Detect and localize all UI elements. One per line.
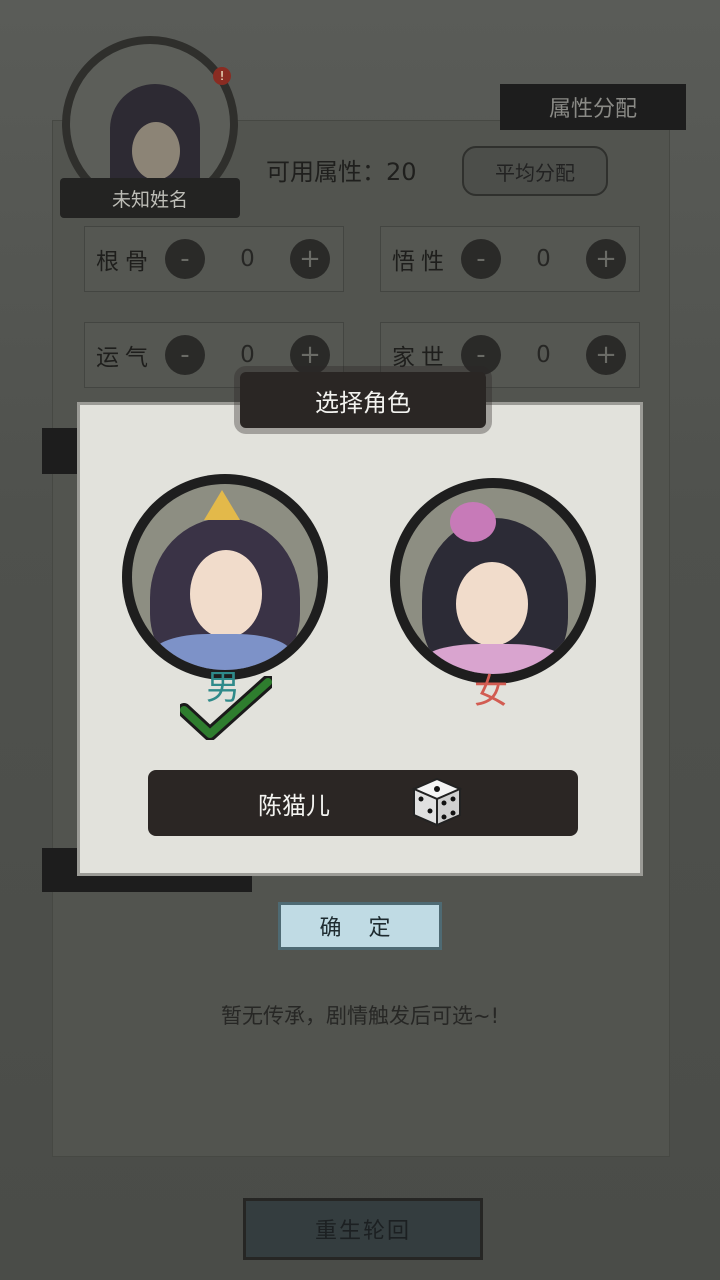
notification-badge: !: [213, 67, 231, 85]
modal-title: 选择角色: [240, 372, 486, 428]
character-name: 陈猫儿: [258, 791, 330, 820]
stat-row-gengu: 根骨 - 0 +: [84, 226, 344, 292]
plus-button[interactable]: +: [290, 335, 330, 375]
rebirth-button[interactable]: 重生轮回: [243, 1198, 483, 1260]
stat-label: 运气: [96, 345, 154, 371]
female-label: 女: [474, 672, 508, 712]
player-name-label: 未知姓名: [60, 178, 240, 218]
plus-button[interactable]: +: [586, 335, 626, 375]
stat-value: 0: [240, 342, 255, 368]
minus-button[interactable]: -: [165, 335, 205, 375]
male-portrait[interactable]: [122, 474, 328, 680]
stat-value: 0: [240, 246, 255, 272]
available-points: 可用属性：20: [266, 158, 417, 186]
female-portrait[interactable]: [390, 478, 596, 684]
confirm-button[interactable]: 确 定: [278, 902, 442, 950]
check-icon: [180, 676, 272, 740]
minus-button[interactable]: -: [461, 239, 501, 279]
stat-value: 0: [536, 342, 551, 368]
average-allocate-button[interactable]: 平均分配: [462, 146, 608, 196]
plus-button[interactable]: +: [586, 239, 626, 279]
stat-label: 根骨: [96, 249, 154, 275]
talent-tab-stub: [42, 428, 78, 474]
stat-label: 悟性: [392, 249, 450, 275]
dice-icon[interactable]: [410, 775, 464, 829]
minus-button[interactable]: -: [461, 335, 501, 375]
minus-button[interactable]: -: [165, 239, 205, 279]
stat-value: 0: [536, 246, 551, 272]
stat-label: 家世: [392, 345, 450, 371]
stat-row-wuxing: 悟性 - 0 +: [380, 226, 640, 292]
character-name-bar: 陈猫儿: [148, 770, 578, 836]
attr-header: 属性分配: [500, 84, 686, 130]
plus-button[interactable]: +: [290, 239, 330, 279]
legacy-empty-text: 暂无传承，剧情触发后可选~!: [220, 1004, 499, 1028]
